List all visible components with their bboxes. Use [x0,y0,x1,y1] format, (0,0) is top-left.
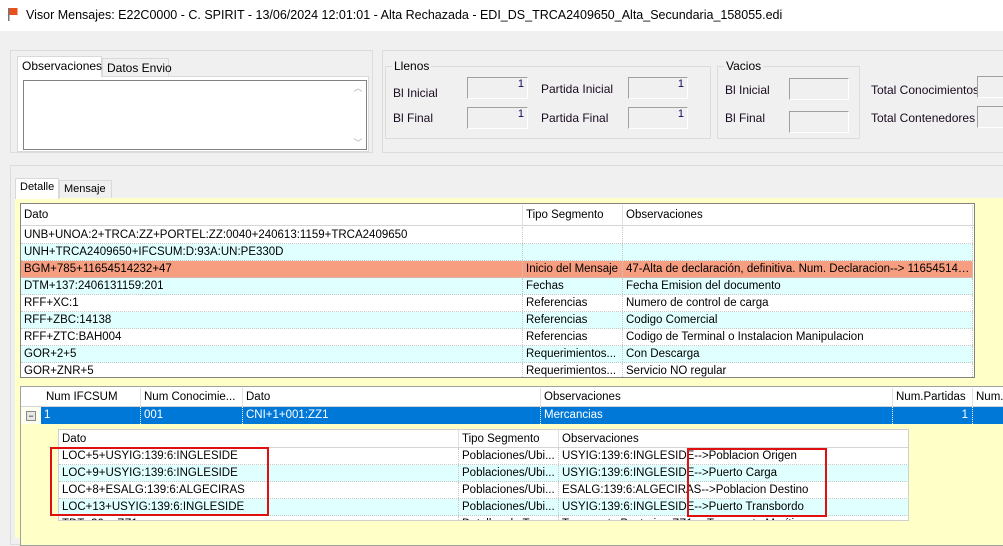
llenos-bl-final-field[interactable]: 1 [467,107,528,129]
table-row[interactable]: RFF+ZTC:BAH004 Referencias Codigo de Termi… [21,329,973,346]
scroll-down-icon[interactable]: ﹀ [350,136,366,149]
tab-observaciones[interactable]: Observaciones [17,56,102,77]
cell-tipo-segmento: Referencias [523,295,623,311]
cell-tipo-segmento: Poblaciones/Ubi... [459,448,559,464]
table-row[interactable]: GOR+ZNR+5 Requerimientos... Servicio NO re… [21,363,973,377]
vacios-bl-final-field[interactable] [789,111,849,133]
total-contenedores-field[interactable] [977,106,1003,128]
cell-num-partidas: 1 [893,407,973,424]
llenos-bl-final-label: Bl Final [393,111,434,125]
scroll-up-icon[interactable]: ︿ [350,81,366,94]
cell-observaciones: Servicio NO regular [623,363,973,377]
cell-dato: RFF+XC:1 [21,295,523,311]
scrollbar[interactable]: ︿ ﹀ [350,81,366,149]
vacios-bl-inicial-label: Bl Inicial [725,83,770,97]
app-flag-icon [8,8,18,21]
cell-observaciones: Mercancias [541,407,893,424]
llenos-bl-inicial-field[interactable]: 1 [467,77,528,99]
cell-tipo-segmento: Requerimientos... [523,346,623,362]
cell-tipo-segmento: Poblaciones/Ubi... [459,465,559,481]
cell-observaciones: 47-Alta de declaración, definitiva. Num.… [623,261,973,277]
table-row[interactable]: UNB+UNOA:2+TRCA:ZZ+PORTEL:ZZ:0040+240613… [21,227,973,244]
cell-dato: RFF+ZTC:BAH004 [21,329,523,345]
collapse-icon[interactable]: − [26,411,36,421]
cell-tipo-segmento: Referencias [523,312,623,328]
cell-dato: RFF+ZBC:14138 [21,312,523,328]
cell-tipo-segmento: Poblaciones/Ubi... [459,482,559,498]
column-header-num-c[interactable]: Num.C [973,388,1003,406]
segments-grid[interactable]: Dato Tipo Segmento Observaciones UNB+UNO… [20,203,975,378]
table-row[interactable]: BGM+785+11654514232+47 Inicio del Mensaje… [21,261,973,278]
table-row[interactable]: DTM+137:2406131159:201 Fechas Fecha Emisio… [21,278,973,295]
window-title: Visor Mensajes: E22C0000 - C. SPIRIT - 1… [26,8,783,22]
llenos-legend: Llenos [392,59,432,73]
vacios-bl-inicial-field[interactable] [789,78,849,100]
column-header-num-partidas[interactable]: Num.Partidas [893,388,973,406]
segments-grid-header: Dato Tipo Segmento Observaciones [21,205,974,226]
cell-observaciones: Con Descarga [623,346,973,362]
vacios-legend: Vacios [724,59,764,73]
partida-final-label: Partida Final [541,111,609,125]
cell-observaciones: Codigo de Terminal o Instalacion Manipul… [623,329,973,345]
column-header-observaciones[interactable]: Observaciones [559,430,908,447]
cell-dato: UNH+TRCA2409650+IFCSUM:D:93A:UN:PE330D [21,244,523,260]
cell-dato: GOR+2+5 [21,346,523,362]
tab-mensaje[interactable]: Mensaje [59,180,112,199]
table-row[interactable]: UNH+TRCA2409650+IFCSUM:D:93A:UN:PE330D [21,244,973,261]
cell-dato: DTM+137:2406131159:201 [21,278,523,294]
cell-dato: BGM+785+11654514232+47 [21,261,523,277]
cell-tipo-segmento: Poblaciones/Ubi... [459,499,559,515]
cell-observaciones [623,227,973,243]
column-header-tipo-segmento[interactable]: Tipo Segmento [459,430,559,447]
total-contenedores-label: Total Contenedores [871,111,976,125]
llenos-bl-inicial-label: Bl Inicial [393,86,438,100]
cell-observaciones: Codigo Comercial [623,312,973,328]
ifcsum-grid-header: Num IFCSUM Num Conocimie... Dato Observa… [21,388,1003,407]
table-row-selected[interactable]: − 1 001 CNI+1+001:ZZ1 Mercancias 1 [21,407,1003,424]
annotation-highlight-dato [50,447,269,516]
observaciones-textarea[interactable] [23,80,367,150]
cell-tipo-segmento: Fechas [523,278,623,294]
segments-detail-grid-header: Dato Tipo Segmento Observaciones [59,430,908,448]
column-header-tipo-segmento[interactable]: Tipo Segmento [523,205,623,225]
cell-observaciones [623,244,973,260]
cell-dato: GOR+ZNR+5 [21,363,523,377]
column-header-num-conocimiento[interactable]: Num Conocimie... [141,388,243,406]
total-conocimientos-field[interactable] [977,76,1003,98]
cell-dato: UNB+UNOA:2+TRCA:ZZ+PORTEL:ZZ:0040+240613… [21,227,523,243]
cell-tipo-segmento: Requerimientos... [523,363,623,377]
column-header-observaciones[interactable]: Observaciones [623,205,973,225]
partida-inicial-label: Partida Inicial [541,82,614,96]
partida-final-field[interactable]: 1 [628,107,688,129]
cell-dato: TDT+30++ZZ1 [59,516,459,520]
cell-tipo-segmento [523,244,623,260]
tab-datos-envio[interactable]: Datos Envio [102,58,172,77]
column-header-dato[interactable]: Dato [59,430,459,447]
cell-num-ifcsum: 1 [41,407,141,424]
table-row[interactable]: RFF+XC:1 Referencias Numero de control de … [21,295,973,312]
cell-dato: CNI+1+001:ZZ1 [243,407,541,424]
column-header-dato[interactable]: Dato [21,205,523,225]
cell-tipo-segmento [523,227,623,243]
partida-inicial-field[interactable]: 1 [628,77,688,99]
annotation-highlight-observaciones [687,448,827,517]
table-row[interactable]: RFF+ZBC:14138 Referencias Codigo Comercial [21,312,973,329]
cell-tipo-segmento: Detalles de Tran... [459,516,559,520]
vacios-bl-final-label: Bl Final [725,111,766,125]
table-row[interactable]: GOR+2+5 Requerimientos... Con Descarga [21,346,973,363]
column-header-num-ifcsum[interactable]: Num IFCSUM [21,388,141,406]
column-header-observaciones[interactable]: Observaciones [541,388,893,406]
column-header-dato[interactable]: Dato [243,388,541,406]
cell-observaciones: Numero de control de carga [623,295,973,311]
total-conocimientos-label: Total Conocimientos [871,83,980,97]
cell-tipo-segmento: Inicio del Mensaje [523,261,623,277]
cell-num-conocimiento: 001 [141,407,243,424]
title-bar: Visor Mensajes: E22C0000 - C. SPIRIT - 1… [0,0,1003,31]
cell-observaciones: Fecha Emision del documento [623,278,973,294]
tab-detalle[interactable]: Detalle [15,178,59,199]
cell-tipo-segmento: Referencias [523,329,623,345]
